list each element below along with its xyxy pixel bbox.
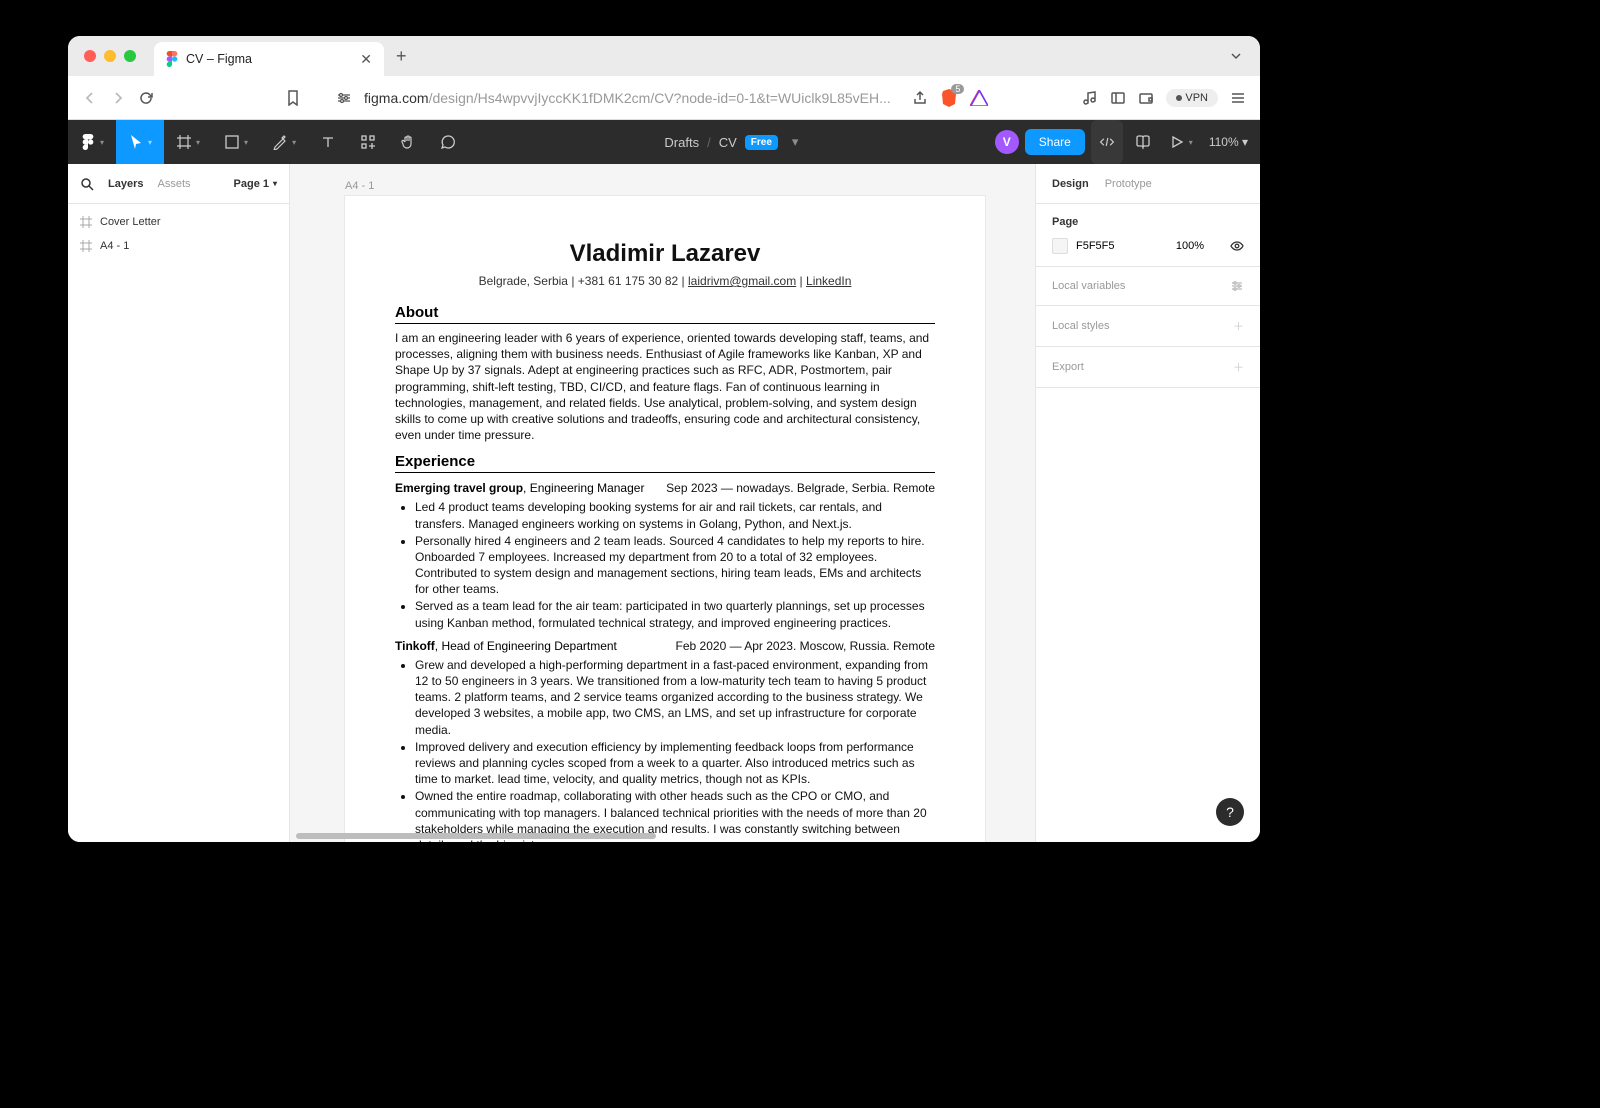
section-experience: Experience [395, 453, 935, 473]
assets-tab[interactable]: Assets [157, 178, 190, 190]
sidebar-icon[interactable] [1110, 90, 1126, 106]
help-button[interactable]: ? [1216, 798, 1244, 826]
job-bullets: Grew and developed a high-performing dep… [395, 657, 935, 842]
file-breadcrumb[interactable]: Drafts / CV Free ▾ [468, 134, 995, 150]
about-text: I am an engineering leader with 6 years … [395, 330, 935, 443]
plus-icon[interactable]: ＋ [1233, 318, 1244, 334]
layers-panel: Layers Assets Page 1▾ Cover Letter A4 - … [68, 164, 290, 842]
shape-tool[interactable]: ▾ [212, 120, 260, 164]
section-about: About [395, 304, 935, 324]
search-icon[interactable] [80, 177, 94, 191]
browser-menu-button[interactable] [1230, 90, 1246, 106]
library-button[interactable] [1129, 120, 1157, 164]
export-section[interactable]: Export ＋ [1036, 347, 1260, 388]
pen-tool[interactable]: ▾ [260, 120, 308, 164]
zoom-level[interactable]: 110% ▾ [1209, 135, 1248, 149]
visibility-icon[interactable] [1230, 239, 1244, 253]
background-opacity[interactable]: 100% [1176, 240, 1204, 252]
plan-badge[interactable]: Free [745, 135, 778, 150]
window-controls [84, 50, 136, 62]
settings-icon[interactable] [1230, 279, 1244, 293]
layer-label: Cover Letter [100, 216, 161, 228]
local-variables-section[interactable]: Local variables [1036, 267, 1260, 306]
plus-icon[interactable]: ＋ [1233, 359, 1244, 375]
cv-name: Vladimir Lazarev [395, 240, 935, 268]
job-bullets: Led 4 product teams developing booking s… [395, 499, 935, 631]
canvas[interactable]: A4 - 1 Vladimir Lazarev Belgrade, Serbia… [290, 164, 1035, 842]
hand-tool[interactable] [388, 120, 428, 164]
text-tool[interactable] [308, 120, 348, 164]
url-field[interactable]: figma.com/design/Hs4wpvvjIyccKK1fDMK2cm/… [364, 90, 900, 106]
shields-count: 5 [951, 84, 964, 94]
avatar[interactable]: V [995, 130, 1019, 154]
maximize-window-button[interactable] [124, 50, 136, 62]
layer-item[interactable]: A4 - 1 [68, 234, 289, 258]
dev-mode-button[interactable] [1091, 120, 1123, 164]
media-icon[interactable] [1082, 90, 1098, 106]
present-button[interactable]: ▾ [1163, 120, 1199, 164]
minimize-window-button[interactable] [104, 50, 116, 62]
linkedin-link[interactable]: LinkedIn [806, 274, 851, 288]
tab-title: CV – Figma [186, 52, 352, 66]
prototype-tab[interactable]: Prototype [1105, 178, 1152, 190]
wallet-icon[interactable] [1138, 90, 1154, 106]
breadcrumb-file[interactable]: CV [719, 135, 737, 150]
page-selector[interactable]: Page 1▾ [234, 178, 277, 190]
share-icon[interactable] [912, 90, 928, 106]
new-tab-button[interactable]: + [396, 46, 407, 67]
layers-tab[interactable]: Layers [108, 178, 143, 190]
figma-toolbar: ▾ ▾ ▾ ▾ ▾ Drafts [68, 120, 1260, 164]
close-window-button[interactable] [84, 50, 96, 62]
browser-tab-bar: CV – Figma ✕ + [68, 36, 1260, 76]
reload-button[interactable] [138, 90, 154, 106]
design-tab[interactable]: Design [1052, 178, 1089, 190]
share-button[interactable]: Share [1025, 129, 1085, 155]
shields-icon[interactable]: 5 [940, 88, 958, 108]
page-section-title: Page [1052, 216, 1244, 228]
job-header: Emerging travel group, Engineering Manag… [395, 481, 935, 495]
resources-tool[interactable] [348, 120, 388, 164]
frame-tool[interactable]: ▾ [164, 120, 212, 164]
address-bar: figma.com/design/Hs4wpvvjIyccKK1fDMK2cm/… [68, 76, 1260, 120]
bookmark-button[interactable] [286, 90, 300, 106]
background-swatch[interactable] [1052, 238, 1068, 254]
local-styles-section[interactable]: Local styles ＋ [1036, 306, 1260, 347]
artboard-a4[interactable]: Vladimir Lazarev Belgrade, Serbia | +381… [345, 196, 985, 842]
frame-label[interactable]: A4 - 1 [345, 180, 374, 192]
layer-item[interactable]: Cover Letter [68, 210, 289, 234]
move-tool[interactable]: ▾ [116, 120, 164, 164]
figma-menu-button[interactable]: ▾ [68, 120, 116, 164]
forward-button[interactable] [110, 90, 126, 106]
tabs-dropdown-button[interactable] [1228, 48, 1244, 64]
job-header: Tinkoff, Head of Engineering Department … [395, 639, 935, 653]
vpn-button[interactable]: VPN [1166, 89, 1218, 107]
background-hex[interactable]: F5F5F5 [1076, 240, 1115, 252]
email-link[interactable]: laidrivm@gmail.com [688, 274, 796, 288]
comment-tool[interactable] [428, 120, 468, 164]
layer-label: A4 - 1 [100, 240, 129, 252]
breadcrumb-parent[interactable]: Drafts [664, 135, 699, 150]
figma-icon [166, 51, 178, 67]
cv-contact: Belgrade, Serbia | +381 61 175 30 82 | l… [395, 274, 935, 288]
browser-tab[interactable]: CV – Figma ✕ [154, 42, 384, 76]
close-tab-button[interactable]: ✕ [360, 51, 372, 68]
brave-wallet-icon[interactable] [970, 90, 988, 106]
site-settings-icon[interactable] [336, 90, 352, 106]
horizontal-scrollbar[interactable] [290, 830, 1035, 842]
back-button[interactable] [82, 90, 98, 106]
design-panel: Design Prototype Page F5F5F5 100% Local … [1035, 164, 1260, 842]
